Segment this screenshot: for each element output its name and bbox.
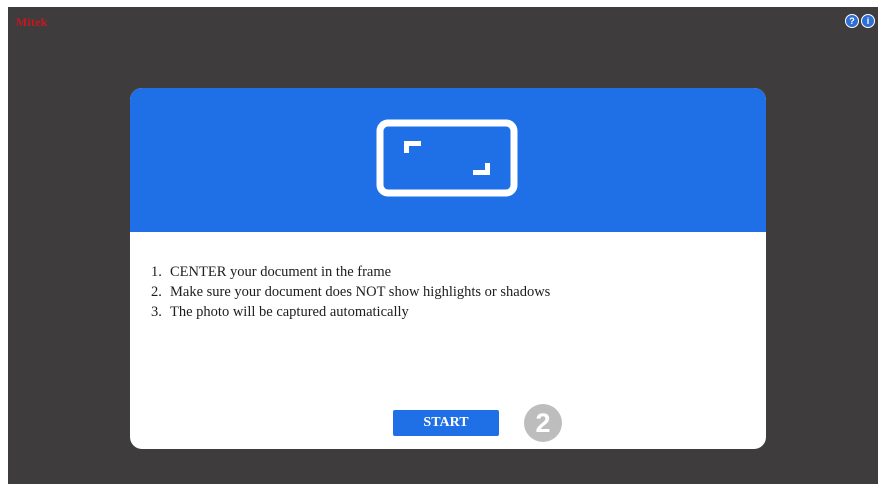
info-icon[interactable]: i (861, 14, 875, 28)
instruction-text: Make sure your document does NOT show hi… (170, 284, 551, 300)
instruction-item: 2. Make sure your document does NOT show… (151, 282, 550, 302)
document-frame-icon (376, 119, 518, 197)
instruction-number: 3. (151, 304, 162, 320)
brand-logo: Mitek (16, 15, 48, 29)
camera-capture-screen: Mitek ? i 1. CENTER your document in the… (8, 7, 878, 484)
instruction-item: 3. The photo will be captured automatica… (151, 302, 550, 322)
top-right-icons: ? i (845, 14, 875, 28)
instructions-dialog: 1. CENTER your document in the frame 2. … (130, 88, 766, 449)
instruction-number: 2. (151, 284, 162, 300)
instruction-text: CENTER your document in the frame (170, 264, 392, 280)
start-button[interactable]: START (393, 410, 499, 436)
step-number-badge: 2 (524, 404, 562, 442)
instruction-number: 1. (151, 264, 162, 280)
instruction-item: 1. CENTER your document in the frame (151, 262, 550, 282)
dialog-header (130, 88, 766, 232)
instruction-text: The photo will be captured automatically (170, 304, 409, 320)
help-icon[interactable]: ? (845, 14, 859, 28)
instruction-list: 1. CENTER your document in the frame 2. … (151, 262, 550, 322)
